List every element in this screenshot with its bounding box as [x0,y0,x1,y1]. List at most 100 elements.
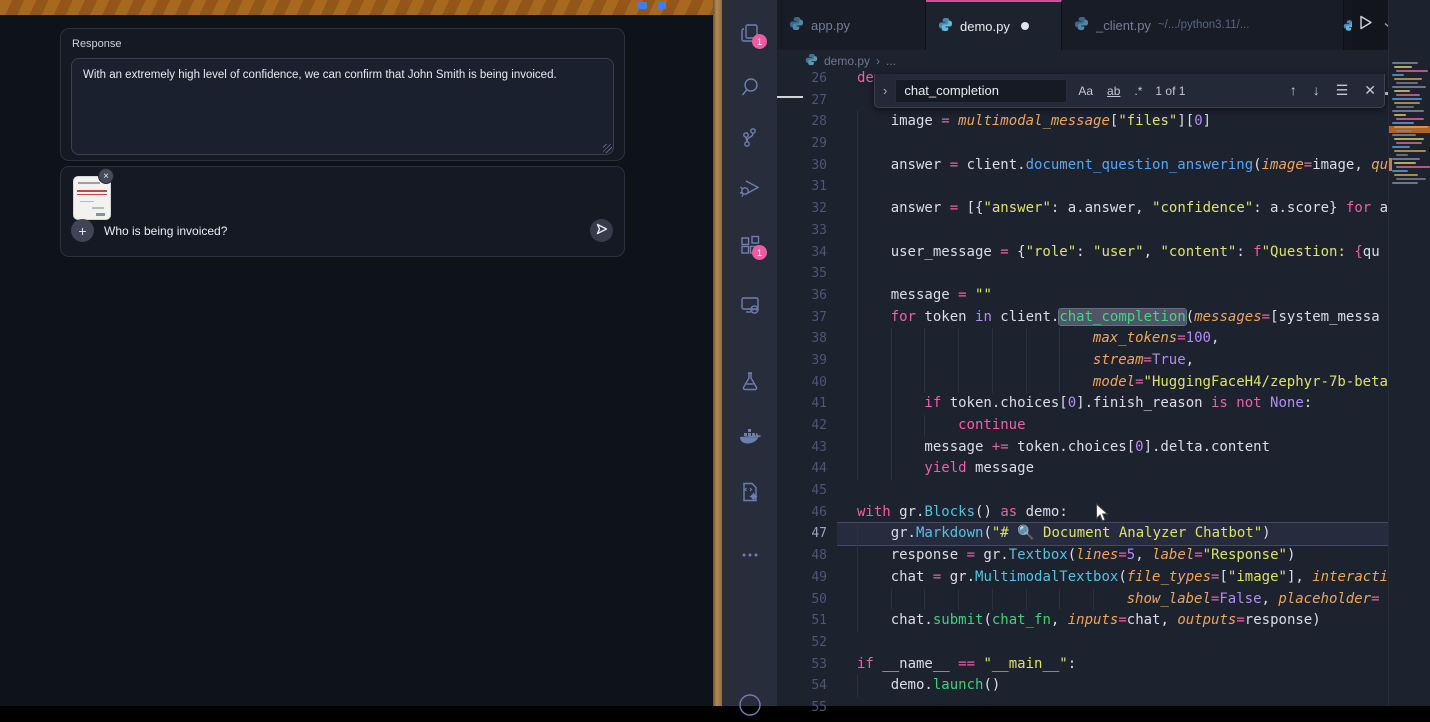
code-line-30[interactable]: 30answer = client.document_question_answ… [777,155,1430,177]
tab-label: app.py [811,18,850,33]
line-number: 54 [777,675,837,697]
code-line-33[interactable]: 33 [777,220,1430,242]
account-icon[interactable] [722,688,777,722]
run-debug-icon[interactable] [722,171,777,205]
response-group: Response With an extremely high level of… [60,28,625,161]
chat-input-row: + Who is being invoiced? [61,219,624,245]
find-in-selection-button[interactable]: ☰ [1336,82,1349,99]
line-number: 36 [777,285,837,307]
tab-demo-py[interactable]: demo.py [926,0,1062,50]
code-line-49[interactable]: 49chat = gr.MultimodalTextbox(file_types… [777,567,1430,589]
docker-icon[interactable] [722,421,777,455]
line-number: 27 [777,90,837,112]
search-icon[interactable] [722,70,777,104]
window-divider[interactable] [713,0,722,706]
code-line-29[interactable]: 29 [777,133,1430,155]
minimap-code-row [1396,166,1430,168]
code-editor[interactable]: 26de2728image = multimodal_message["file… [777,68,1430,719]
tools-file-icon[interactable] [722,475,777,509]
source-control-icon[interactable] [722,120,777,154]
minimap-code-row [1396,142,1422,144]
titlebar-blue-mark [658,2,666,9]
extensions-icon[interactable]: 1 [722,228,777,262]
line-number: 41 [777,393,837,415]
chat-input-text[interactable]: Who is being invoiced? [104,224,227,238]
line-number: 52 [777,632,837,654]
code-line-50[interactable]: 50show_label=False, placeholder= [777,589,1430,611]
line-number: 42 [777,415,837,437]
code-line-43[interactable]: 43message += token.choices[0].delta.cont… [777,437,1430,459]
regex-toggle[interactable]: .* [1131,83,1145,99]
code-line-36[interactable]: 36message = "" [777,285,1430,307]
minimap-code-row [1392,182,1418,184]
code-line-34[interactable]: 34user_message = {"role": "user", "conte… [777,242,1430,264]
minimap-code-row [1396,178,1426,180]
line-number: 28 [777,111,837,133]
code-line-35[interactable]: 35 [777,263,1430,285]
minimap-code-row [1392,74,1404,76]
tab-client-py[interactable]: _client.py ~/.../python3.11/... [1062,0,1344,50]
breadcrumb-more[interactable]: ... [886,54,896,68]
response-label: Response [72,38,122,50]
minimap-code-row [1396,154,1408,156]
multimodal-textbox: × + Who is being invoiced? [60,166,625,257]
code-line-44[interactable]: 44yield message [777,458,1430,480]
minimap-code-row [1392,110,1424,112]
minimap-code-row [1396,106,1414,108]
line-number: 53 [777,654,837,676]
line-number: 34 [777,242,837,264]
code-line-31[interactable]: 31 [777,176,1430,198]
response-textarea[interactable]: With an extremely high level of confiden… [71,58,614,155]
minimap-code-row [1392,134,1416,136]
code-line-53[interactable]: 53if __name__ == "__main__": [777,654,1430,676]
code-line-39[interactable]: 39stream=True, [777,350,1430,372]
remove-attachment-button[interactable]: × [98,168,114,184]
minimap-code-row [1396,82,1418,84]
code-line-28[interactable]: 28image = multimodal_message["files"][0] [777,111,1430,133]
minimap-code-row [1392,62,1418,64]
find-input[interactable]: chat_completion [895,79,1067,103]
tab-app-py[interactable]: app.py [777,0,926,50]
remote-explorer-icon[interactable] [722,288,777,322]
match-case-toggle[interactable]: Aa [1075,83,1096,99]
minimap[interactable] [1388,0,1430,706]
testing-icon[interactable] [722,364,777,398]
line-number: 33 [777,220,837,242]
next-match-button[interactable]: ↓ [1313,82,1320,99]
line-number: 26 [777,68,837,90]
code-line-45[interactable]: 45 [777,480,1430,502]
modified-dot-icon[interactable] [1021,22,1029,30]
code-line-54[interactable]: 54demo.launch() [777,675,1430,697]
run-file-button[interactable] [1357,14,1374,36]
code-line-52[interactable]: 52 [777,632,1430,654]
code-line-55[interactable]: 55 [777,697,1430,719]
code-line-37[interactable]: 37for token in client.chat_completion(me… [777,307,1430,329]
code-line-40[interactable]: 40model="HuggingFaceH4/zephyr-7b-beta [777,372,1430,394]
line-number: 40 [777,372,837,394]
minimap-code-row [1396,118,1424,120]
line-number: 37 [777,307,837,329]
more-actions-icon[interactable] [722,538,777,572]
code-line-32[interactable]: 32answer = [{"answer": a.answer, "confid… [777,198,1430,220]
minimap-code-row [1392,146,1410,148]
code-line-51[interactable]: 51chat.submit(chat_fn, inputs=chat, outp… [777,610,1430,632]
whole-word-toggle[interactable]: ab [1104,83,1123,99]
minimap-code-row [1394,138,1424,140]
code-line-48[interactable]: 48response = gr.Textbox(lines=5, label="… [777,545,1430,567]
breadcrumb-file[interactable]: demo.py [824,54,870,68]
code-line-38[interactable]: 38max_tokens=100, [777,328,1430,350]
code-line-42[interactable]: 42continue [777,415,1430,437]
minimap-code-row [1396,70,1428,72]
previous-match-button[interactable]: ↑ [1290,82,1297,99]
explorer-icon[interactable]: 1 [722,16,777,50]
window-titlebar[interactable] [0,0,722,15]
add-file-button[interactable]: + [71,219,94,242]
activity-bar: 1 1 [722,0,777,706]
send-button[interactable] [590,219,613,242]
close-find-button[interactable]: ✕ [1364,82,1376,99]
send-icon [596,222,608,240]
minimap-code-row [1394,174,1418,176]
code-line-41[interactable]: 41if token.choices[0].finish_reason is n… [777,393,1430,415]
toggle-replace-chevron-icon[interactable]: › [883,83,887,98]
mouse-cursor [1095,503,1109,528]
